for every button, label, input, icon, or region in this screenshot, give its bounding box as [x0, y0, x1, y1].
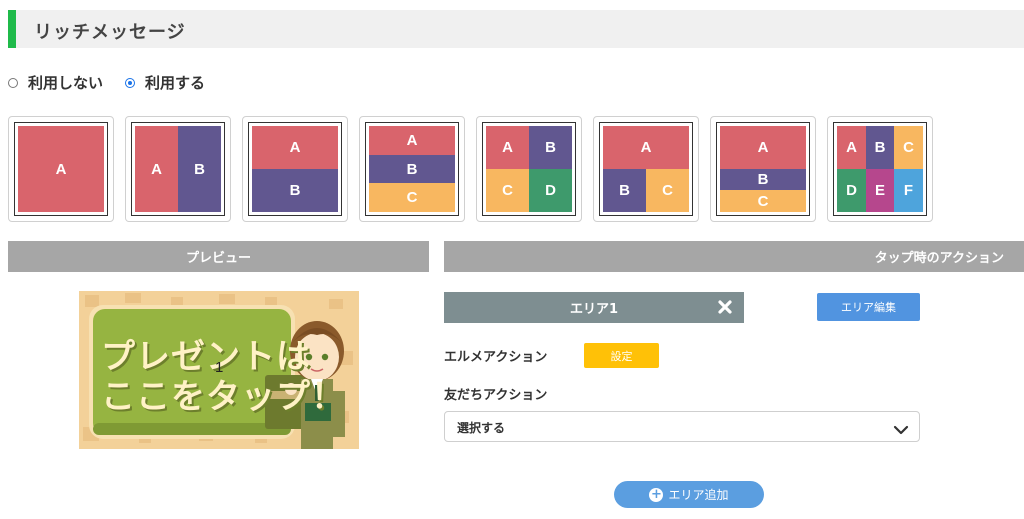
radio-option-enabled[interactable]: 利用する	[125, 72, 205, 93]
layout-tile: C	[720, 190, 806, 212]
layout-option-3[interactable]: A B	[242, 116, 348, 222]
layout-tile: E	[866, 169, 894, 212]
layout-option-7[interactable]: A B C	[710, 116, 816, 222]
area-1-header[interactable]: エリア1	[444, 292, 744, 323]
add-area-label: エリア追加	[668, 488, 729, 502]
layout-tile: F	[894, 169, 923, 212]
preview-title: プレビュー	[185, 251, 251, 266]
friend-action-select[interactable]: 選択する	[444, 411, 920, 442]
layout-tile: B	[252, 169, 338, 212]
layout-tile: A	[603, 126, 689, 169]
layout-tile: D	[837, 169, 866, 212]
radio-label-enabled: 利用する	[145, 74, 206, 92]
friend-action-select-value: 選択する	[457, 421, 506, 435]
layout-tile: B	[720, 169, 806, 190]
layout-tile: A	[486, 126, 529, 169]
layout-tile: A	[135, 126, 178, 212]
section-title: リッチメッセージ	[34, 22, 186, 43]
area-edit-button[interactable]: エリア編集	[817, 293, 920, 321]
plus-icon: +	[649, 486, 664, 502]
radio-checked-icon[interactable]	[125, 77, 136, 88]
layout-tile: C	[486, 169, 529, 212]
layout-option-8[interactable]: A B C D E F	[827, 116, 933, 222]
radio-unchecked-icon[interactable]	[8, 77, 18, 88]
section-header: リッチメッセージ	[8, 10, 1024, 48]
layout-option-2[interactable]: A B	[125, 116, 231, 222]
close-icon[interactable]	[714, 296, 736, 318]
friend-action-label: 友だちアクション	[444, 388, 548, 403]
usage-radio-group: 利用しない 利用する	[8, 72, 227, 93]
preview-bar: プレビュー	[8, 241, 429, 272]
layout-tile: A	[720, 126, 806, 169]
layout-tile: A	[837, 126, 866, 169]
layout-tile: A	[18, 126, 104, 212]
actions-bar: タップ時のアクション	[444, 241, 1024, 272]
layout-option-5[interactable]: A B C D	[476, 116, 582, 222]
chevron-down-icon	[893, 421, 909, 440]
preview-area-number: 1	[215, 359, 224, 376]
layout-tile: B	[603, 169, 646, 212]
layout-tile: B	[369, 155, 455, 183]
layout-option-4[interactable]: A B C	[359, 116, 465, 222]
actions-title: タップ時のアクション	[874, 251, 1004, 266]
layout-tile: B	[529, 126, 572, 169]
elme-action-label: エルメアクション	[444, 350, 548, 365]
area-1-label: エリア1	[569, 302, 619, 317]
layout-tile: C	[646, 169, 689, 212]
radio-label-disabled: 利用しない	[28, 74, 104, 92]
layout-tile: A	[252, 126, 338, 169]
add-area-button[interactable]: + エリア追加	[614, 481, 764, 508]
set-button[interactable]: 設定	[584, 343, 659, 368]
preview-image-text-line2: ここをタップ！	[101, 377, 346, 417]
layout-option-1[interactable]: A	[8, 116, 114, 222]
layout-tile: B	[178, 126, 221, 212]
rich-message-preview-image[interactable]: プレゼントは ここをタップ！ 1	[79, 291, 359, 449]
layout-tile: C	[894, 126, 923, 169]
radio-option-disabled[interactable]: 利用しない	[8, 72, 103, 93]
layout-tile: C	[369, 183, 455, 212]
layout-tile: B	[866, 126, 894, 169]
layout-tile: D	[529, 169, 572, 212]
layout-tile: A	[369, 126, 455, 155]
layout-option-6[interactable]: A B C	[593, 116, 699, 222]
